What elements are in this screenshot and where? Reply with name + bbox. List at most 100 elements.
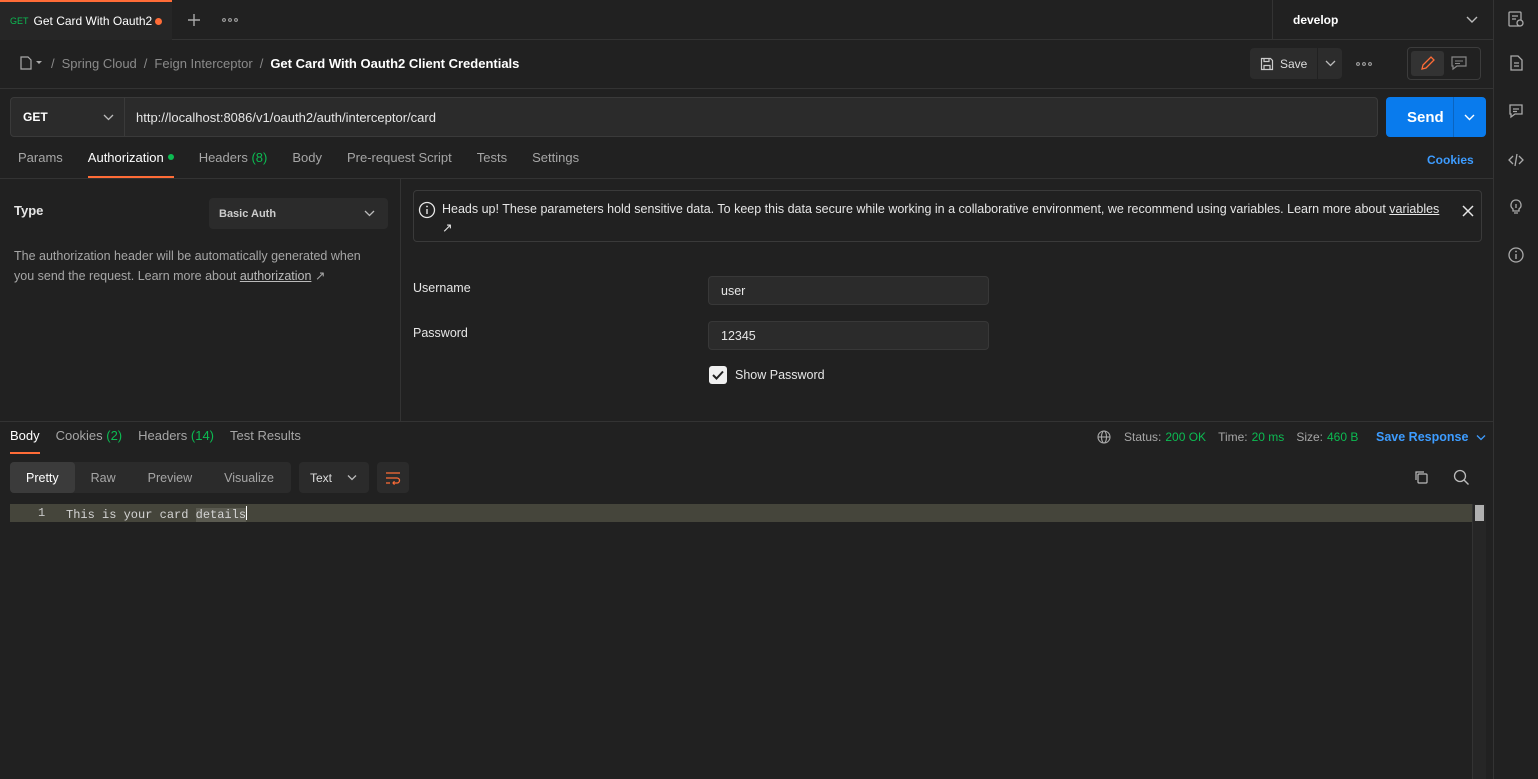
tab-settings[interactable]: Settings — [532, 150, 579, 178]
show-password-checkbox[interactable] — [709, 366, 727, 384]
breadcrumb-item-folder[interactable]: Feign Interceptor — [154, 56, 252, 71]
show-password-label[interactable]: Show Password — [735, 368, 825, 382]
http-method-select[interactable]: GET — [10, 97, 125, 137]
right-sidebar — [1493, 0, 1538, 779]
format-visualize[interactable]: Visualize — [208, 462, 290, 493]
documentation-icon[interactable] — [1507, 54, 1527, 74]
tab-response-headers[interactable]: Headers (14) — [138, 428, 214, 454]
time-value[interactable]: 20 ms — [1252, 430, 1285, 444]
tab-response-cookies[interactable]: Cookies (2) — [56, 428, 122, 454]
cookies-link[interactable]: Cookies — [1427, 153, 1474, 167]
copy-icon[interactable] — [1413, 469, 1429, 485]
save-icon — [1260, 57, 1274, 71]
tab-test-results[interactable]: Test Results — [230, 428, 301, 454]
username-label: Username — [413, 281, 471, 295]
variables-link[interactable]: variables — [1389, 202, 1439, 216]
notice-text: Heads up! These parameters hold sensitiv… — [442, 202, 1390, 216]
tab-response-body[interactable]: Body — [10, 428, 40, 454]
tab-tests[interactable]: Tests — [477, 150, 507, 178]
comments-icon[interactable] — [1507, 102, 1527, 122]
editor-scrollbar[interactable] — [1472, 504, 1486, 779]
auth-type-value: Basic Auth — [219, 207, 277, 220]
size-label: Size: — [1296, 430, 1323, 444]
request-name[interactable]: Get Card With Oauth2 Client Credentials — [270, 56, 519, 71]
search-icon[interactable] — [1453, 469, 1470, 486]
chevron-down-icon — [347, 474, 357, 481]
collection-icon[interactable] — [20, 55, 44, 71]
tab-authorization[interactable]: Authorization — [87, 150, 174, 178]
tab-more-icon[interactable] — [220, 10, 240, 30]
response-meta: Status: 200 OK Time: 20 ms Size: 460 B — [1097, 430, 1370, 444]
time-label: Time: — [1218, 430, 1248, 444]
code-snippet-icon[interactable] — [1507, 151, 1527, 171]
language-value: Text — [310, 470, 333, 485]
chevron-down-icon — [1466, 14, 1478, 24]
chevron-down-icon — [364, 209, 375, 217]
comment-mode-icon[interactable] — [1450, 55, 1468, 71]
lightbulb-icon[interactable] — [1507, 198, 1527, 218]
send-button[interactable]: Send — [1386, 97, 1486, 137]
save-button[interactable]: Save — [1250, 48, 1342, 79]
info-icon — [418, 201, 436, 219]
globe-icon[interactable] — [1097, 430, 1111, 444]
request-tab[interactable]: GET Get Card With Oauth2 — [0, 0, 172, 40]
chevron-down-icon — [103, 113, 114, 121]
response-format-group: Pretty Raw Preview Visualize — [10, 462, 291, 493]
line-number: 1 — [38, 506, 46, 520]
breadcrumb-item-collection[interactable]: Spring Cloud — [62, 56, 137, 71]
unsaved-dot-icon — [155, 18, 162, 25]
save-label: Save — [1280, 56, 1308, 71]
environment-name: develop — [1293, 13, 1339, 27]
request-tabs: Params Authorization Headers (8) Body Pr… — [18, 150, 604, 178]
chevron-down-icon — [1476, 434, 1486, 441]
format-preview[interactable]: Preview — [132, 462, 208, 493]
language-select[interactable]: Text — [299, 462, 369, 493]
response-body-text[interactable]: This is your card details — [66, 506, 248, 522]
status-label: Status: — [1124, 430, 1162, 444]
info-icon[interactable] — [1507, 246, 1527, 266]
auth-description: The authorization header will be automat… — [14, 249, 361, 283]
request-tab-method: GET — [10, 16, 29, 26]
external-link-icon: ↗ — [442, 221, 453, 235]
authorization-link[interactable]: authorization — [240, 269, 312, 283]
edit-mode-button[interactable] — [1411, 51, 1444, 76]
format-pretty[interactable]: Pretty — [10, 462, 75, 493]
wrap-lines-icon[interactable] — [377, 462, 409, 493]
request-tab-title: Get Card With Oauth2 — [33, 14, 153, 28]
send-label: Send — [1407, 108, 1444, 126]
status-value[interactable]: 200 OK — [1165, 430, 1206, 444]
format-raw[interactable]: Raw — [75, 462, 132, 493]
response-tabs: Body Cookies (2) Headers (14) Test Resul… — [10, 428, 317, 454]
text-caret — [246, 506, 248, 520]
tab-headers[interactable]: Headers (8) — [199, 150, 268, 178]
close-icon[interactable] — [1461, 204, 1475, 218]
more-actions-icon[interactable] — [1356, 54, 1378, 74]
password-label: Password — [413, 326, 468, 340]
view-mode-toggle — [1407, 47, 1481, 80]
tab-prerequest-script[interactable]: Pre-request Script — [347, 150, 452, 178]
breadcrumb-separator: / — [51, 55, 55, 71]
new-tab-plus-icon[interactable] — [184, 10, 204, 30]
active-indicator-dot — [167, 154, 174, 160]
auth-type-select[interactable]: Basic Auth — [209, 198, 388, 229]
password-input[interactable] — [708, 321, 989, 350]
url-input[interactable] — [125, 97, 1378, 137]
tab-params[interactable]: Params — [18, 150, 63, 178]
tab-body[interactable]: Body — [292, 150, 322, 178]
tab-bar: GET Get Card With Oauth2 develop — [0, 0, 1538, 40]
save-response-button[interactable]: Save Response — [1376, 430, 1486, 444]
http-method-value: GET — [23, 110, 48, 124]
headers-count: (8) — [251, 150, 268, 165]
save-dropdown-chevron-icon[interactable] — [1325, 59, 1336, 67]
breadcrumb-separator: / — [259, 55, 264, 71]
editor-scrollbar-thumb[interactable] — [1475, 505, 1484, 521]
size-value[interactable]: 460 B — [1327, 430, 1358, 444]
breadcrumb: / Spring Cloud / Feign Interceptor / Get… — [20, 52, 519, 74]
environment-quick-look-icon[interactable] — [1507, 10, 1527, 30]
username-input[interactable] — [708, 276, 989, 305]
sensitive-data-notice: Heads up! These parameters hold sensitiv… — [413, 190, 1482, 242]
auth-type-label: Type — [14, 203, 44, 218]
environment-selector[interactable]: develop — [1272, 0, 1494, 40]
send-dropdown-chevron-icon[interactable] — [1464, 113, 1475, 121]
external-link-icon: ↗ — [314, 269, 326, 283]
